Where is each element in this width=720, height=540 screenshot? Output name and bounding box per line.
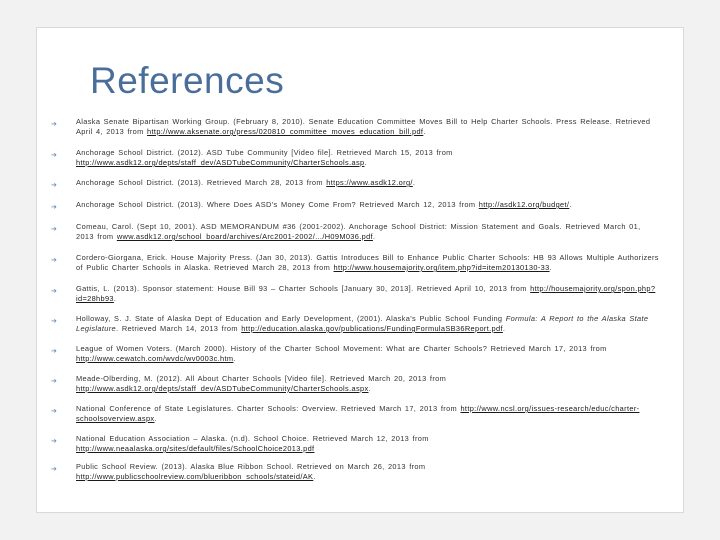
- arrow-bullet-icon: ➔: [51, 225, 57, 233]
- reference-item: ➔ Anchorage School District. (2012). ASD …: [51, 148, 661, 168]
- reference-item: ➔ National Education Association – Alaska…: [51, 434, 661, 454]
- reference-text: Comeau, Carol. (Sept 10, 2001). ASD MEMO…: [76, 222, 661, 242]
- reference-link[interactable]: http://www.publicschoolreview.com/blueri…: [76, 472, 313, 481]
- citation-end: .: [113, 294, 117, 303]
- citation-text: . Retrieved March 14, 2013 from: [116, 324, 242, 333]
- arrow-bullet-icon: ➔: [51, 437, 57, 445]
- reference-item: ➔ Meade-Olberding, M. (2012). All About C…: [51, 374, 661, 394]
- arrow-bullet-icon: ➔: [51, 256, 57, 264]
- citation-end: .: [412, 178, 416, 187]
- citation-end: .: [313, 472, 316, 481]
- citation-end: .: [423, 127, 426, 136]
- reference-text: Meade-Olberding, M. (2012). All About Ch…: [76, 374, 661, 394]
- citation-end: .: [372, 232, 376, 241]
- arrow-bullet-icon: ➔: [51, 203, 57, 211]
- reference-text: National Conference of State Legislature…: [76, 404, 661, 424]
- citation-text: National Education Association – Alaska.…: [76, 434, 429, 443]
- citation-text: National Conference of State Legislature…: [76, 404, 461, 413]
- reference-item: ➔ Cordero-Giorgana, Erick. House Majority…: [51, 253, 661, 273]
- citation-text: Public School Review. (2013). Alaska Blu…: [76, 462, 426, 471]
- citation-end: .: [368, 384, 371, 393]
- reference-text: Public School Review. (2013). Alaska Blu…: [76, 462, 661, 482]
- reference-text: Anchorage School District. (2013). Where…: [76, 200, 661, 210]
- reference-item: ➔ Anchorage School District. (2013). Retr…: [51, 178, 661, 189]
- arrow-bullet-icon: ➔: [51, 287, 57, 295]
- citation-text: Gattis, L. (2013). Sponsor statement: Ho…: [76, 284, 531, 293]
- arrow-bullet-icon: ➔: [51, 120, 57, 128]
- reference-text: Anchorage School District. (2012). ASD T…: [76, 148, 661, 168]
- reference-link[interactable]: http://www.neaalaska.org/sites/default/f…: [76, 444, 314, 453]
- reference-link[interactable]: http://www.cewatch.com/wvdc/wv0003c.htm: [76, 354, 233, 363]
- citation-text: League of Women Voters. (March 2000). Hi…: [76, 344, 607, 353]
- citation-text: Meade-Olberding, M. (2012). All About Ch…: [76, 374, 447, 383]
- reference-text: Holloway, S. J. State of Alaska Dept of …: [76, 314, 661, 334]
- citation-text: Anchorage School District. (2013). Where…: [76, 200, 479, 209]
- arrow-bullet-icon: ➔: [51, 377, 57, 385]
- reference-link[interactable]: https://www.asdk12.org/: [326, 178, 413, 187]
- reference-text: Gattis, L. (2013). Sponsor statement: Ho…: [76, 284, 661, 304]
- reference-text: Anchorage School District. (2013). Retri…: [76, 178, 661, 188]
- reference-link[interactable]: http://www.asdk12.org/depts/staff_dev/AS…: [76, 158, 364, 167]
- reference-item: ➔ League of Women Voters. (March 2000). H…: [51, 344, 661, 364]
- reference-item: ➔ Anchorage School District. (2013). Wher…: [51, 200, 661, 211]
- citation-end: .: [154, 414, 157, 423]
- reference-text: Cordero-Giorgana, Erick. House Majority …: [76, 253, 661, 273]
- arrow-bullet-icon: ➔: [51, 151, 57, 159]
- arrow-bullet-icon: ➔: [51, 181, 57, 189]
- reference-text: Alaska Senate Bipartisan Working Group. …: [76, 117, 661, 137]
- reference-item: ➔ Alaska Senate Bipartisan Working Group.…: [51, 117, 661, 137]
- reference-link[interactable]: http://asdk12.org/budget/: [479, 200, 570, 209]
- reference-item: ➔ Comeau, Carol. (Sept 10, 2001). ASD MEM…: [51, 222, 661, 242]
- citation-end: .: [569, 200, 572, 209]
- reference-item: ➔ National Conference of State Legislatur…: [51, 404, 661, 424]
- citation-end: .: [549, 263, 552, 272]
- arrow-bullet-icon: ➔: [51, 465, 57, 473]
- citation-text: Anchorage School District. (2012). ASD T…: [76, 148, 453, 157]
- reference-item: ➔ Gattis, L. (2013). Sponsor statement: H…: [51, 284, 661, 304]
- citation-end: .: [364, 158, 367, 167]
- reference-item: ➔ Public School Review. (2013). Alaska Bl…: [51, 462, 661, 482]
- citation-text: Holloway, S. J. State of Alaska Dept of …: [76, 314, 506, 323]
- reference-link[interactable]: http://www.housemajority.org/item.php?id…: [334, 263, 550, 272]
- citation-end: .: [502, 324, 506, 333]
- citation-end: .: [233, 354, 236, 363]
- reference-link[interactable]: http://www.asdk12.org/depts/staff_dev/AS…: [76, 384, 369, 393]
- reference-link[interactable]: www.asdk12.org/school_board/archives/Arc…: [117, 232, 373, 241]
- citation-text: Anchorage School District. (2013). Retri…: [76, 178, 327, 187]
- reference-item: ➔ Holloway, S. J. State of Alaska Dept of…: [51, 314, 661, 334]
- arrow-bullet-icon: ➔: [51, 347, 57, 355]
- slide-title: References: [90, 60, 285, 101]
- arrow-bullet-icon: ➔: [51, 407, 57, 415]
- arrow-bullet-icon: ➔: [51, 317, 57, 325]
- reference-link[interactable]: http://www.aksenate.org/press/020810_com…: [147, 127, 423, 136]
- reference-text: League of Women Voters. (March 2000). Hi…: [76, 344, 661, 364]
- reference-link[interactable]: http://education.alaska.gov/publications…: [241, 324, 503, 333]
- reference-text: National Education Association – Alaska.…: [76, 434, 661, 454]
